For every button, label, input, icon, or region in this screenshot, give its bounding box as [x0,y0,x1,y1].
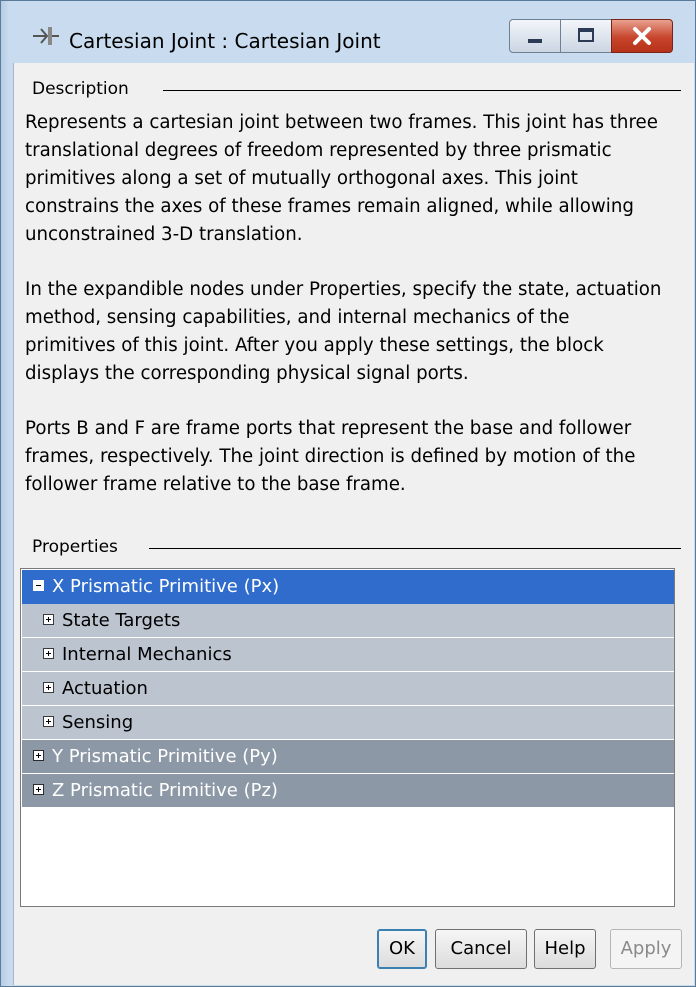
description-text: Represents a cartesian joint between two… [25,109,665,499]
minimize-icon [528,39,542,43]
description-group-line [163,90,681,91]
tree-node-label: State Targets [62,610,181,631]
tree-node-state-targets[interactable]: State Targets [22,604,674,638]
expand-icon[interactable] [43,716,54,727]
close-icon [633,27,651,45]
tree-node-x-prismatic[interactable]: X Prismatic Primitive (Px) [22,570,674,604]
collapse-icon[interactable] [33,580,44,591]
expand-icon[interactable] [43,648,54,659]
tree-node-internal-mechanics[interactable]: Internal Mechanics [22,638,674,672]
expand-icon[interactable] [43,614,54,625]
tree-node-label: Z Prismatic Primitive (Pz) [52,780,278,801]
help-button[interactable]: Help [534,929,596,969]
description-legend: Description [32,78,135,100]
tree-node-z-prismatic[interactable]: Z Prismatic Primitive (Pz) [22,774,674,808]
tree-node-label: Internal Mechanics [62,644,232,665]
description-paragraph: Ports B and F are frame ports that repre… [25,418,636,495]
cancel-button[interactable]: Cancel [435,929,527,969]
description-paragraph: Represents a cartesian joint between two… [25,112,658,245]
ok-button[interactable]: OK [377,929,427,969]
dialog-window: Cartesian Joint : Cartesian Joint Descri… [0,0,696,987]
properties-tree[interactable]: X Prismatic Primitive (Px) State Targets… [20,568,675,907]
tree-node-label: X Prismatic Primitive (Px) [52,576,280,597]
properties-legend: Properties [32,536,124,558]
tree-node-label: Actuation [62,678,148,699]
description-paragraph: In the expandible nodes under Properties… [25,279,662,384]
expand-icon[interactable] [33,784,44,795]
maximize-button[interactable] [560,19,612,53]
tree-node-actuation[interactable]: Actuation [22,672,674,706]
expand-icon[interactable] [43,682,54,693]
joint-block-icon [33,27,59,45]
window-title: Cartesian Joint : Cartesian Joint [69,29,381,53]
apply-button: Apply [610,929,682,969]
tree-node-y-prismatic[interactable]: Y Prismatic Primitive (Py) [22,740,674,774]
title-bar[interactable]: Cartesian Joint : Cartesian Joint [1,1,695,61]
maximize-icon [578,28,594,42]
tree-node-label: Y Prismatic Primitive (Py) [52,746,278,767]
tree-node-label: Sensing [62,712,134,733]
properties-group-line [149,548,681,549]
close-button[interactable] [611,19,673,53]
minimize-button[interactable] [509,19,561,53]
tree-node-sensing[interactable]: Sensing [22,706,674,740]
expand-icon[interactable] [33,750,44,761]
